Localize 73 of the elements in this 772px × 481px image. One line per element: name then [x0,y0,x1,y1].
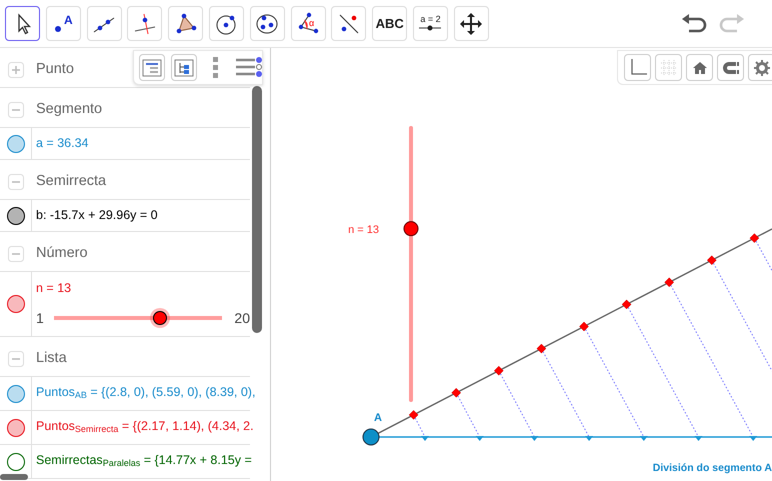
home-icon [692,60,708,76]
ray-point[interactable] [536,344,546,354]
division-point[interactable] [421,436,429,441]
group-title: Lista [36,349,67,368]
sort-icon [142,58,162,76]
division-point[interactable] [749,436,758,441]
formula-text: Puntos$_{Semirrecta}$ = {(2.17, 1.14), (4.34, 2. [35,418,254,436]
visibility-dot[interactable] [6,134,24,152]
division-point[interactable] [530,436,538,441]
reflect-tool-button[interactable] [331,6,366,41]
visibility-dot[interactable] [6,295,24,313]
slider-tool-button[interactable]: a = 2 [412,6,448,41]
snap-button[interactable] [717,54,744,81]
group-title: Punto [36,60,74,80]
sort-button[interactable] [139,54,166,81]
formula-text: b: -15.7x + 29.96y = 0 [35,207,158,224]
visibility-dot[interactable] [6,206,24,224]
point-label: A [374,412,382,424]
ray-point[interactable] [579,322,589,332]
undo-icon [681,12,710,34]
text-tool-button[interactable]: ABC [372,6,408,41]
slider-max: 20 [234,308,250,328]
tree-icon [174,58,194,76]
redo-icon [717,12,746,34]
pan-icon [458,12,484,36]
division-point[interactable] [476,436,484,441]
ray-point[interactable] [664,278,674,288]
slider-handle[interactable] [153,311,168,326]
visibility-dot[interactable] [6,452,24,470]
ray-point[interactable] [707,255,717,265]
formula-text: Puntos$_{AB}$ = {(2.8, 0), (5.59, 0), (8.39, 0), [35,384,256,402]
ray-point[interactable] [750,233,760,243]
ray-point[interactable] [494,366,504,376]
visibility-dot[interactable] [6,418,24,436]
ray-point[interactable] [451,388,461,398]
division-point[interactable] [640,436,648,441]
division-point[interactable] [694,436,702,441]
slider-min: 1 [36,308,44,328]
visibility-dot[interactable] [6,384,24,402]
conic-icon [254,12,280,36]
angle-tool-button[interactable]: α [290,6,326,41]
more-icon[interactable] [211,56,221,80]
formula-text: a = 36.34 [35,135,88,152]
settings-button[interactable] [748,54,772,81]
slider-track[interactable] [404,126,418,402]
move-tool-button[interactable] [5,6,40,41]
settings-icon [754,60,770,76]
point-tool-button[interactable]: A [46,6,81,41]
slider-label: n = 13 [348,224,379,236]
magnet-icon [722,60,740,76]
group-title: Segmento [36,100,102,120]
perpendicular-tool-button[interactable] [127,6,162,41]
tree-view-button[interactable] [171,54,198,81]
slider-icon [418,24,442,32]
formula-text: Semirrectas$_{Paralelas}$ = {14.77x + 8.15y = [35,452,252,470]
pan-tool-button[interactable] [454,6,489,41]
scrollbar[interactable] [0,474,28,480]
slider-handle[interactable] [404,221,418,236]
home-button[interactable] [686,54,713,81]
caption-text: División do segmento A [652,462,772,474]
scrollbar[interactable] [252,86,262,333]
list-style-icon[interactable] [234,56,262,80]
formula-text: n = 13 [35,280,72,298]
division-point[interactable] [585,436,594,441]
group-title: Número [36,244,88,264]
ray-point[interactable] [408,410,418,420]
group-title: Semirrecta [36,172,106,192]
line-tool-button[interactable] [86,6,122,41]
point-marker[interactable] [362,428,380,446]
ray-point[interactable] [622,300,632,310]
conic-tool-button[interactable] [250,6,285,41]
circle-tool-button[interactable] [208,6,244,41]
polygon-tool-button[interactable] [168,6,204,41]
